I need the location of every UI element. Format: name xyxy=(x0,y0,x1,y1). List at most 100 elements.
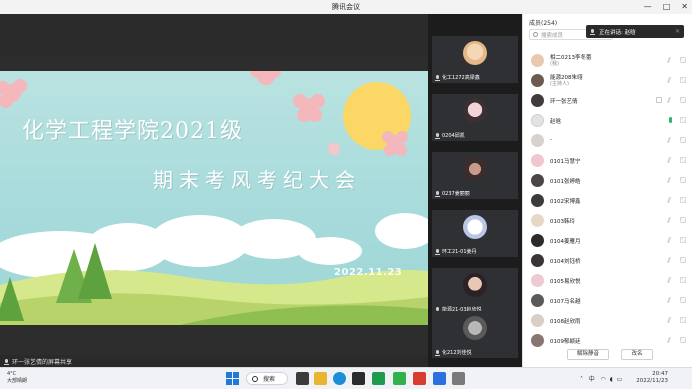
mic-off-icon[interactable] xyxy=(666,97,676,103)
maximize-button[interactable]: □ xyxy=(663,2,671,11)
mic-off-icon[interactable] xyxy=(666,157,676,163)
video-tile[interactable]: 0237姜丽丽 xyxy=(432,152,518,199)
avatar xyxy=(463,273,487,297)
list-item[interactable]: 0104刘钰桥 xyxy=(523,250,692,270)
edge-browser-icon[interactable] xyxy=(333,372,346,385)
list-item[interactable]: 0108赵欣雨 xyxy=(523,310,692,330)
mic-off-icon[interactable] xyxy=(666,137,676,143)
windows-start-icon[interactable] xyxy=(226,372,239,385)
screen-share-label: 环一张艺倩的屏幕共享 xyxy=(12,359,73,366)
rename-button[interactable]: 改名 xyxy=(621,349,653,360)
video-tile[interactable]: 化工1272高梁鑫 xyxy=(432,36,518,83)
video-tile-name: 化工1272高梁鑫 xyxy=(442,75,480,81)
mic-off-icon[interactable] xyxy=(666,217,676,223)
microphone-icon xyxy=(435,74,440,81)
camera-off-icon[interactable] xyxy=(680,177,686,183)
mic-off-icon[interactable] xyxy=(666,77,676,83)
list-item[interactable]: 赵晗 xyxy=(523,110,692,130)
video-tile[interactable]: 能源21-03赵欣悦 xyxy=(432,268,518,315)
list-item[interactable]: - xyxy=(523,130,692,150)
wechat-icon[interactable] xyxy=(372,372,385,385)
app-icon[interactable] xyxy=(452,372,465,385)
mic-off-icon[interactable] xyxy=(666,57,676,63)
camera-off-icon[interactable] xyxy=(680,197,686,203)
ime-indicator[interactable]: 中 xyxy=(589,376,595,383)
member-name: 0101马慧宁 xyxy=(550,159,581,165)
mic-off-icon[interactable] xyxy=(666,277,676,283)
taskbar-search-box[interactable]: 搜索 xyxy=(246,372,288,385)
taskbar-search-label: 搜索 xyxy=(263,376,276,383)
avatar xyxy=(531,314,544,327)
window-controls: — □ ✕ xyxy=(644,2,688,11)
avatar xyxy=(531,154,544,167)
list-item[interactable]: 环一张艺倩 xyxy=(523,90,692,110)
clock[interactable]: 20:47 2022/11/23 xyxy=(636,371,668,385)
camera-off-icon[interactable] xyxy=(680,137,686,143)
avatar xyxy=(463,316,487,340)
chevron-up-icon[interactable]: ˄ xyxy=(580,376,583,383)
camera-off-icon[interactable] xyxy=(680,77,686,83)
store-icon[interactable] xyxy=(352,372,365,385)
camera-off-icon[interactable] xyxy=(680,317,686,323)
member-name: 0103韩玲 xyxy=(550,219,575,225)
slide-title: 化学工程学院2021级 xyxy=(22,119,243,144)
file-explorer-icon[interactable] xyxy=(314,372,327,385)
close-button[interactable]: ✕ xyxy=(681,2,688,11)
mic-on-icon[interactable] xyxy=(669,117,672,123)
microphone-icon xyxy=(435,132,440,139)
volume-icon[interactable]: ◖ xyxy=(610,376,613,383)
camera-off-icon[interactable] xyxy=(680,57,686,63)
member-role: (我) xyxy=(550,61,559,67)
mic-off-icon[interactable] xyxy=(666,197,676,203)
unmute-all-button[interactable]: 解除静音 xyxy=(567,349,609,360)
task-view-icon[interactable] xyxy=(296,372,309,385)
app-icon[interactable] xyxy=(413,372,426,385)
avatar xyxy=(531,174,544,187)
camera-off-icon[interactable] xyxy=(680,217,686,223)
list-item[interactable]: 0101张婷皓 xyxy=(523,170,692,190)
mic-off-icon[interactable] xyxy=(666,337,676,343)
list-item[interactable]: 能源208朱翊 (主持人) xyxy=(523,70,692,90)
mic-off-icon[interactable] xyxy=(666,297,676,303)
slide-illustration xyxy=(0,71,428,325)
mic-off-icon[interactable] xyxy=(666,317,676,323)
camera-off-icon[interactable] xyxy=(680,257,686,263)
battery-icon[interactable]: ▭ xyxy=(617,376,623,383)
member-name: 环一张艺倩 xyxy=(550,99,578,105)
list-item[interactable]: 0107马名越 xyxy=(523,290,692,310)
shared-screen-top-bar xyxy=(0,14,428,57)
minimize-button[interactable]: — xyxy=(644,2,652,11)
wifi-icon[interactable]: ◠ xyxy=(600,376,605,383)
camera-off-icon[interactable] xyxy=(680,117,686,123)
member-name: 赵晗 xyxy=(550,119,562,125)
list-item[interactable]: 0103韩玲 xyxy=(523,210,692,230)
member-name: 0104刘钰桥 xyxy=(550,259,581,265)
camera-off-icon[interactable] xyxy=(680,297,686,303)
list-item[interactable]: 相二0213李冬蕾 (我) xyxy=(523,50,692,70)
mic-off-icon[interactable] xyxy=(666,177,676,183)
video-tile[interactable]: 0204邱凯 xyxy=(432,94,518,141)
mic-off-icon[interactable] xyxy=(666,237,676,243)
camera-off-icon[interactable] xyxy=(680,277,686,283)
camera-off-icon[interactable] xyxy=(680,157,686,163)
list-item[interactable]: 0105易欣悦 xyxy=(523,270,692,290)
system-tray: ˄ 中 ◠ ◖ ▭ xyxy=(580,374,622,383)
list-item[interactable]: 0101马慧宁 xyxy=(523,150,692,170)
camera-off-icon[interactable] xyxy=(680,97,686,103)
camera-off-icon[interactable] xyxy=(680,337,686,343)
video-tile[interactable]: 化212刘佳悦 xyxy=(432,311,518,358)
app-icon[interactable] xyxy=(393,372,406,385)
microphone-icon xyxy=(435,248,440,255)
screen-share-label-group: 环一张艺倩的屏幕共享 xyxy=(4,357,72,366)
weather-widget[interactable]: 4°C 大部晴朗 xyxy=(7,371,27,385)
list-item[interactable]: 0104姜雁月 xyxy=(523,230,692,250)
list-item[interactable]: 0102宋博鑫 xyxy=(523,190,692,210)
tencent-meeting-icon[interactable] xyxy=(433,372,446,385)
speaking-label: 正在讲话: 赵晗 xyxy=(599,29,636,36)
avatar xyxy=(531,54,544,67)
camera-off-icon[interactable] xyxy=(680,237,686,243)
video-tile[interactable]: 环工21-01姜丹 xyxy=(432,210,518,257)
mic-off-icon[interactable] xyxy=(666,257,676,263)
video-tile-name: 0237姜丽丽 xyxy=(442,191,470,197)
close-icon[interactable]: ✕ xyxy=(675,28,680,35)
